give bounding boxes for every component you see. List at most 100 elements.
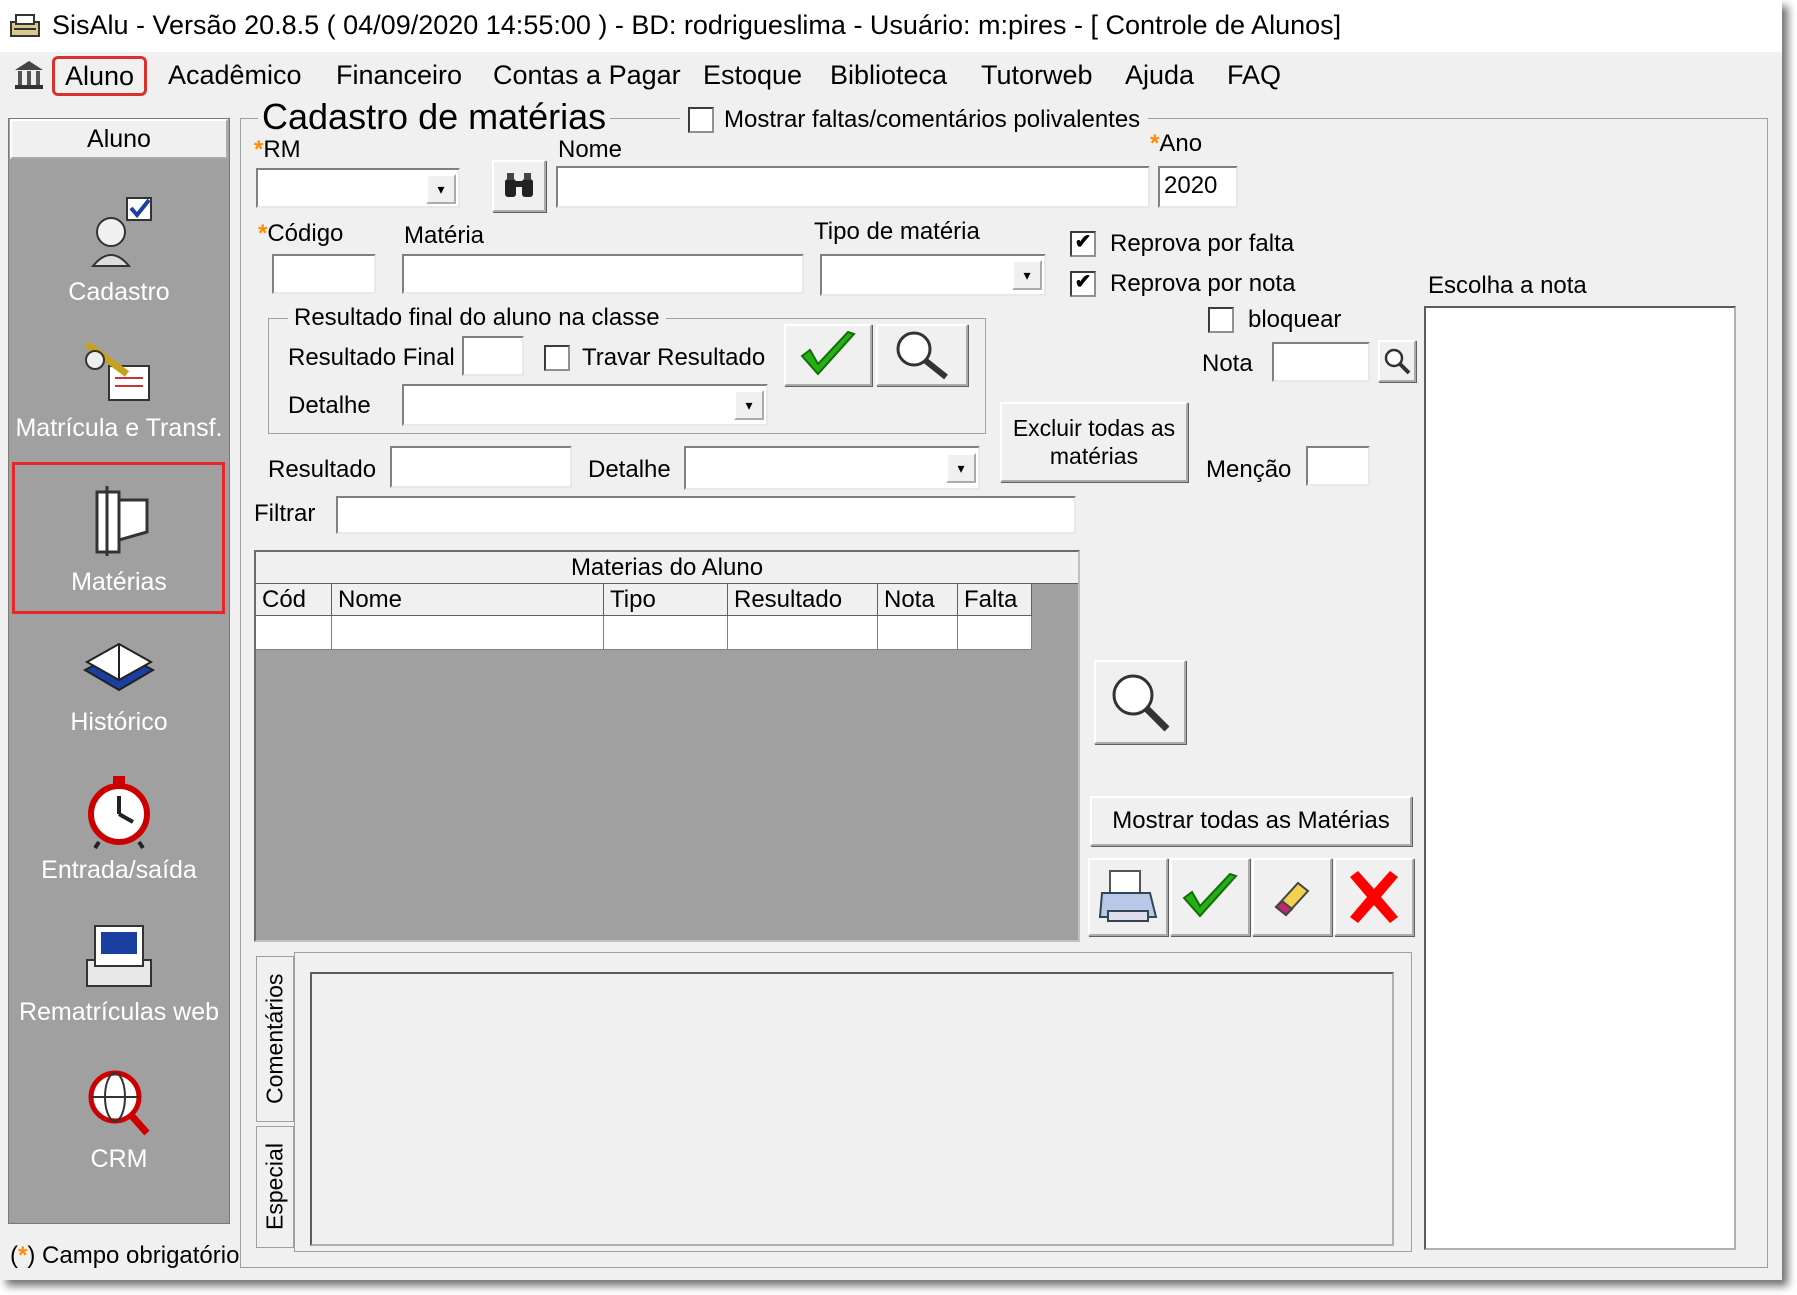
subjects-grid[interactable]: Materias do Aluno Cód Nome Tipo Resultad… bbox=[254, 550, 1080, 942]
menu-biblioteca[interactable]: Biblioteca bbox=[820, 56, 957, 96]
chevron-down-icon[interactable]: ▾ bbox=[734, 390, 764, 420]
codigo-field[interactable] bbox=[272, 254, 376, 294]
show-absences-checkbox[interactable] bbox=[688, 107, 714, 133]
print-button[interactable] bbox=[1088, 858, 1168, 936]
table-cell[interactable] bbox=[958, 616, 1032, 650]
menu-financeiro[interactable]: Financeiro bbox=[326, 56, 472, 96]
nome-field[interactable] bbox=[556, 166, 1150, 208]
save-button[interactable] bbox=[1170, 858, 1250, 936]
sidebar-item-crm[interactable]: CRM bbox=[8, 1065, 230, 1174]
reprova-falta-checkbox[interactable]: ✔ bbox=[1070, 231, 1096, 257]
travar-resultado-option[interactable]: Travar Resultado bbox=[544, 344, 765, 372]
reprova-nota-checkbox[interactable]: ✔ bbox=[1070, 271, 1096, 297]
chevron-down-icon[interactable]: ▾ bbox=[946, 453, 976, 483]
reprova-falta-option[interactable]: ✔ Reprova por falta bbox=[1070, 230, 1294, 258]
chevron-down-icon[interactable]: ▾ bbox=[426, 174, 456, 204]
travar-resultado-checkbox[interactable] bbox=[544, 345, 570, 371]
resultado-final-label: Resultado Final bbox=[288, 344, 455, 371]
resultado-final-group-label: Resultado final do aluno na classe bbox=[288, 304, 666, 332]
table-cell[interactable] bbox=[878, 616, 958, 650]
sidebar-item-cadastro[interactable]: Cadastro bbox=[8, 192, 230, 307]
sidebar-item-materias[interactable]: Matérias bbox=[8, 482, 230, 597]
menu-ajuda[interactable]: Ajuda bbox=[1115, 56, 1204, 96]
sidebar-item-matricula[interactable]: Matrícula e Transf. bbox=[8, 338, 230, 443]
sidebar-item-label: Histórico bbox=[70, 708, 168, 736]
app-window: SisAlu - Versão 20.8.5 ( 04/09/2020 14:5… bbox=[0, 0, 1782, 1280]
detalhe-label: Detalhe bbox=[288, 392, 371, 419]
magnifier-icon bbox=[896, 331, 948, 380]
detalhe-combo[interactable]: ▾ bbox=[402, 384, 768, 426]
mencao-label: Menção bbox=[1206, 456, 1292, 483]
chevron-down-icon[interactable]: ▾ bbox=[1012, 260, 1042, 290]
table-cell[interactable] bbox=[728, 616, 878, 650]
cancel-button[interactable] bbox=[1334, 858, 1414, 936]
comments-area[interactable] bbox=[310, 972, 1394, 1246]
escolha-nota-list[interactable] bbox=[1424, 306, 1736, 1250]
ano-field[interactable]: 2020 bbox=[1158, 166, 1238, 208]
menu-tutorweb[interactable]: Tutorweb bbox=[971, 56, 1103, 96]
book-icon bbox=[82, 642, 156, 692]
bloquear-option[interactable]: bloquear bbox=[1208, 306, 1341, 334]
menu-academico[interactable]: Acadêmico bbox=[158, 56, 312, 96]
page-title: Cadastro de matérias bbox=[258, 96, 611, 138]
sidebar-item-historico[interactable]: Histórico bbox=[8, 630, 230, 737]
rm-combo[interactable]: ▾ bbox=[256, 168, 460, 208]
column-header-nome[interactable]: Nome bbox=[332, 584, 604, 616]
resultado-field[interactable] bbox=[390, 446, 572, 488]
column-header-resultado[interactable]: Resultado bbox=[728, 584, 878, 616]
menu-contas-a-pagar[interactable]: Contas a Pagar bbox=[483, 56, 691, 96]
show-absences-option[interactable]: Mostrar faltas/comentários polivalentes bbox=[680, 106, 1149, 134]
mencao-field[interactable] bbox=[1306, 446, 1370, 486]
show-absences-label: Mostrar faltas/comentários polivalentes bbox=[724, 106, 1141, 133]
sidebar-item-label: Rematrículas web bbox=[18, 998, 220, 1026]
resultado-final-field[interactable] bbox=[462, 336, 524, 376]
title-bar: SisAlu - Versão 20.8.5 ( 04/09/2020 14:5… bbox=[0, 0, 1782, 52]
nota-search-button[interactable] bbox=[1378, 340, 1416, 382]
nome-label: Nome bbox=[558, 136, 623, 163]
detalhe2-combo[interactable]: ▾ bbox=[684, 446, 980, 490]
search-student-button[interactable] bbox=[492, 160, 546, 212]
column-header-tipo[interactable]: Tipo bbox=[604, 584, 728, 616]
student-check-icon bbox=[90, 197, 152, 267]
column-header-cod[interactable]: Cód bbox=[256, 584, 332, 616]
tipo-materia-combo[interactable]: ▾ bbox=[820, 254, 1046, 296]
materia-field[interactable] bbox=[402, 254, 804, 294]
sidebar-item-label: Cadastro bbox=[68, 278, 170, 306]
tab-especial[interactable]: Especial bbox=[256, 1126, 294, 1248]
green-check-icon bbox=[1182, 872, 1238, 918]
column-header-nota[interactable]: Nota bbox=[878, 584, 958, 616]
search-result-button[interactable] bbox=[876, 324, 968, 386]
sidebar-item-label: Matrícula e Transf. bbox=[15, 414, 223, 442]
reprova-nota-label: Reprova por nota bbox=[1110, 270, 1296, 297]
sidebar-item-entrada-saida[interactable]: Entrada/saída bbox=[8, 770, 230, 885]
reprova-nota-option[interactable]: ✔ Reprova por nota bbox=[1070, 270, 1295, 298]
filtrar-field[interactable] bbox=[336, 496, 1076, 534]
bloquear-checkbox[interactable] bbox=[1208, 307, 1234, 333]
tipo-materia-label: Tipo de matéria bbox=[814, 218, 980, 245]
alarm-clock-icon bbox=[88, 776, 150, 850]
table-cell[interactable] bbox=[604, 616, 728, 650]
show-all-subjects-button[interactable]: Mostrar todas as Matérias bbox=[1090, 796, 1412, 846]
nota-field[interactable] bbox=[1272, 342, 1370, 382]
sidebar-item-label: Matérias bbox=[71, 568, 167, 596]
sidebar-item-rematriculas-web[interactable]: Rematrículas web bbox=[8, 920, 230, 1027]
column-header-falta[interactable]: Falta bbox=[958, 584, 1032, 616]
reprova-falta-label: Reprova por falta bbox=[1110, 230, 1295, 257]
menu-estoque[interactable]: Estoque bbox=[693, 56, 812, 96]
sidebar-header[interactable]: Aluno bbox=[10, 119, 228, 159]
detalhe2-label: Detalhe bbox=[588, 456, 671, 483]
rm-label: *RM bbox=[254, 136, 301, 163]
binoculars-icon bbox=[505, 173, 533, 197]
clear-button[interactable] bbox=[1252, 858, 1332, 936]
menu-aluno[interactable]: Aluno bbox=[52, 56, 148, 96]
menu-faq[interactable]: FAQ bbox=[1217, 56, 1291, 96]
table-cell[interactable] bbox=[332, 616, 604, 650]
school-icon[interactable] bbox=[12, 58, 46, 92]
table-cell[interactable] bbox=[256, 616, 332, 650]
search-subjects-button[interactable] bbox=[1094, 660, 1186, 744]
tab-comentarios[interactable]: Comentários bbox=[256, 956, 294, 1122]
calendar-web-icon bbox=[86, 925, 152, 987]
delete-all-subjects-button[interactable]: Excluir todas as matérias bbox=[1000, 402, 1188, 482]
confirm-result-button[interactable] bbox=[784, 324, 872, 386]
globe-search-icon bbox=[88, 1070, 150, 1136]
